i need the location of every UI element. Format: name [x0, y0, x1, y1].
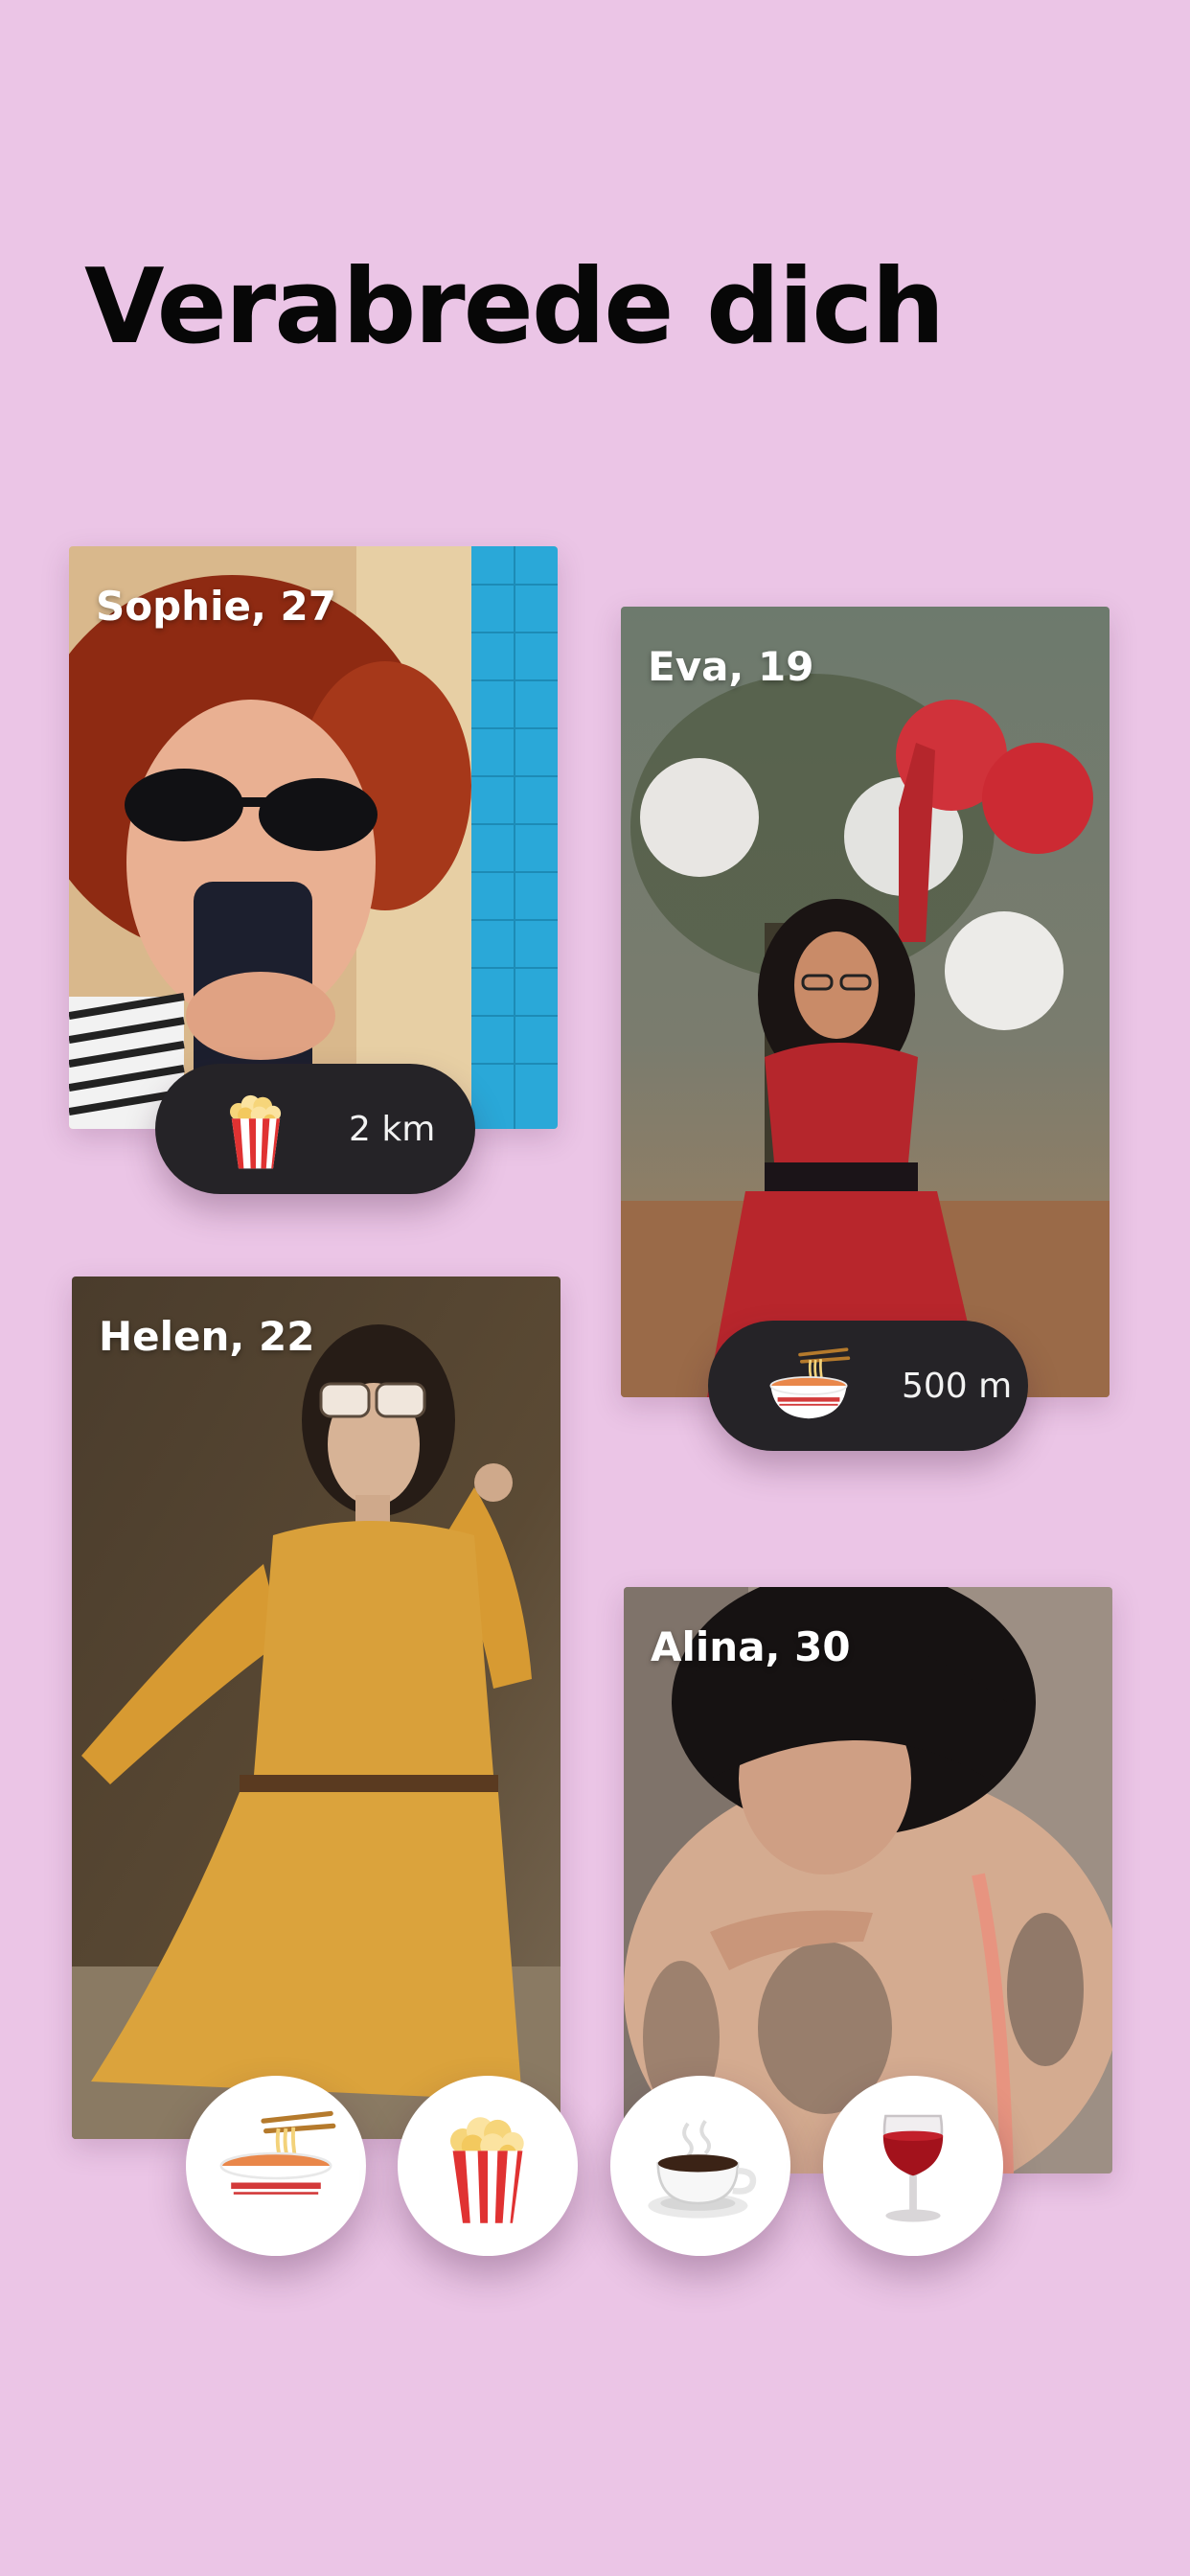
profile-photo: [621, 607, 1110, 1397]
distance-label: 500 m: [902, 1366, 1013, 1406]
popcorn-icon: [425, 2104, 550, 2228]
noodle-bowl-icon: [766, 1343, 852, 1429]
noodle-bowl-icon: [214, 2104, 338, 2228]
profile-photo: [72, 1276, 561, 2139]
popcorn-icon: [213, 1086, 299, 1172]
distance-label: 2 km: [349, 1109, 436, 1149]
activity-noodles-button[interactable]: [186, 2076, 366, 2256]
profile-name: Sophie, 27: [96, 583, 336, 630]
wine-glass-icon: [851, 2104, 975, 2228]
page-title: Verabrede dich: [84, 247, 945, 367]
profile-card-sophie[interactable]: Sophie, 27: [69, 546, 558, 1129]
profile-card-helen[interactable]: Helen, 22: [72, 1276, 561, 2139]
profile-photo: [69, 546, 558, 1129]
profile-name: Alina, 30: [651, 1623, 851, 1670]
distance-pill[interactable]: 500 m: [708, 1321, 1028, 1451]
profile-name: Eva, 19: [648, 643, 814, 690]
app-screen: Verabrede dich Sophie, 27 Eva, 19 Helen,…: [0, 0, 1190, 2576]
activity-wine-button[interactable]: [823, 2076, 1003, 2256]
activity-coffee-button[interactable]: [610, 2076, 790, 2256]
distance-pill[interactable]: 2 km: [155, 1064, 475, 1194]
activity-cinema-button[interactable]: [398, 2076, 578, 2256]
coffee-cup-icon: [638, 2104, 763, 2228]
profile-card-eva[interactable]: Eva, 19: [621, 607, 1110, 1397]
profile-name: Helen, 22: [99, 1313, 315, 1360]
